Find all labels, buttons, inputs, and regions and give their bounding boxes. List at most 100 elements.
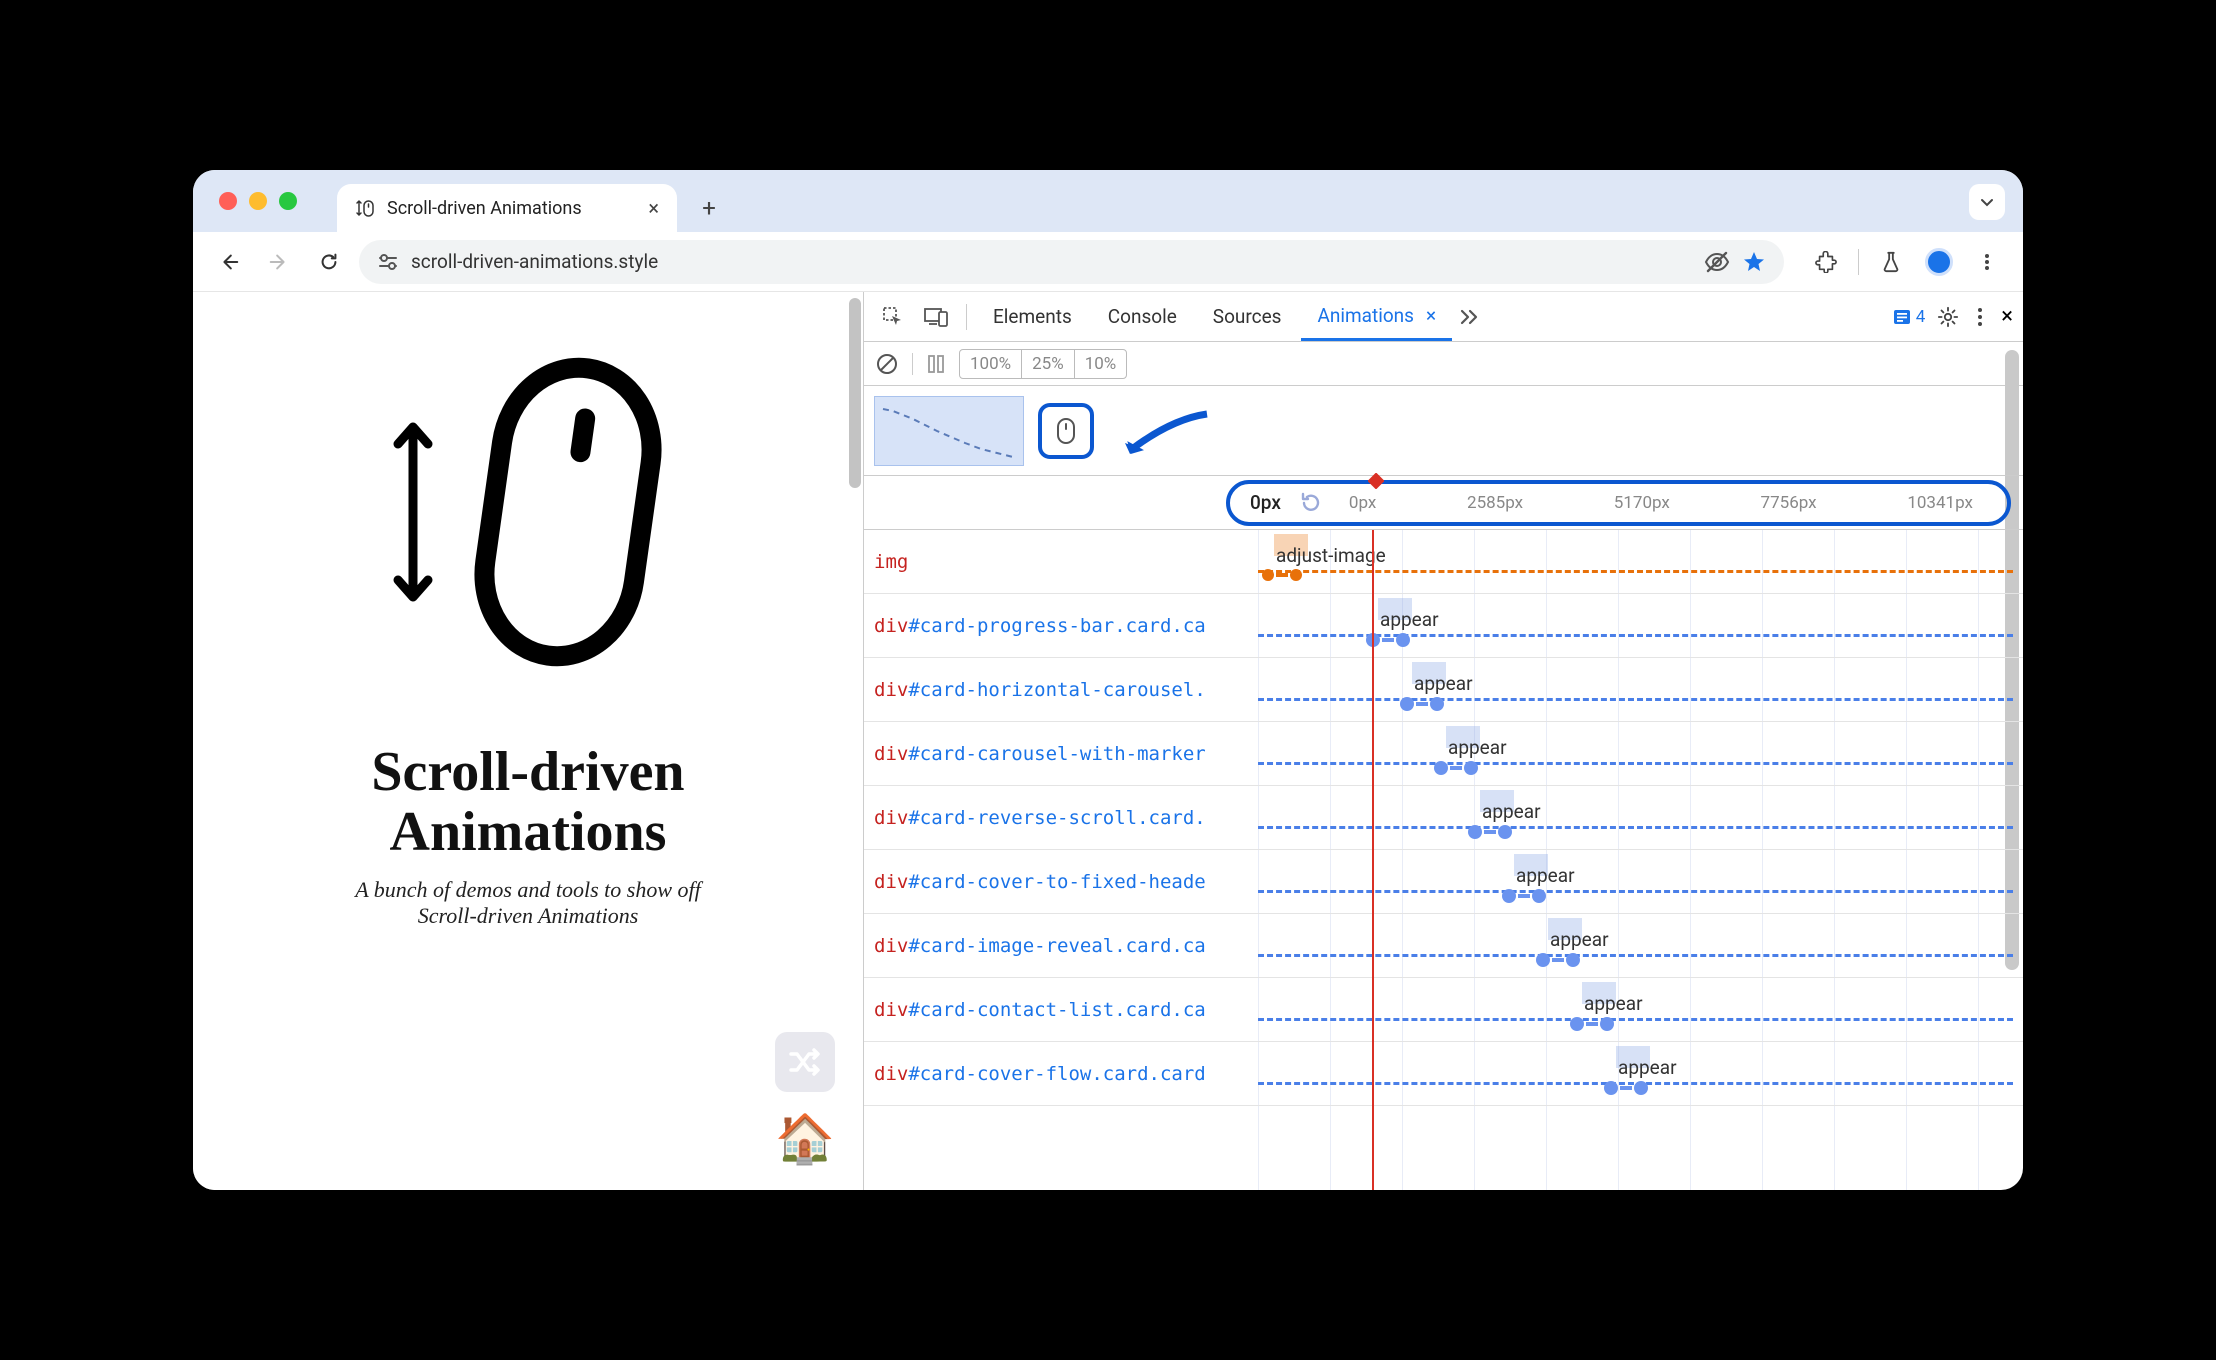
keyframe-icon[interactable] xyxy=(1262,569,1274,581)
address-bar[interactable]: scroll-driven-animations.style xyxy=(359,240,1784,284)
scroll-capture-icon[interactable] xyxy=(1038,403,1094,459)
keyframe-icon[interactable] xyxy=(1634,1081,1648,1095)
animation-track-row[interactable]: div#card-contact-list.card.ca appear xyxy=(864,978,2023,1042)
keyframe-icon[interactable] xyxy=(1396,633,1410,647)
capture-thumbnail[interactable] xyxy=(874,396,1024,466)
keyframe-icon[interactable] xyxy=(1434,761,1448,775)
tab-overflow-button[interactable] xyxy=(1969,184,2005,220)
animation-track-row[interactable]: div#card-horizontal-carousel.appear xyxy=(864,658,2023,722)
kebab-menu-icon[interactable] xyxy=(1971,307,1989,327)
keyframe-icon[interactable] xyxy=(1468,825,1482,839)
keyframe-group[interactable]: appear xyxy=(1570,992,1643,1031)
replay-icon[interactable] xyxy=(1299,491,1323,515)
minimize-window-icon[interactable] xyxy=(249,192,267,210)
keyframe-icon[interactable] xyxy=(1502,889,1516,903)
ruler-current: 0px xyxy=(1250,491,1281,514)
labs-icon[interactable] xyxy=(1871,242,1911,282)
settings-gear-icon[interactable] xyxy=(1937,306,1959,328)
keyframe-group[interactable]: appear xyxy=(1604,1056,1677,1095)
playback-speed-group: 100% 25% 10% xyxy=(959,349,1127,379)
site-settings-icon[interactable] xyxy=(377,253,399,271)
ruler-tick: 10341px xyxy=(1907,493,1973,513)
issues-icon[interactable]: 4 xyxy=(1892,307,1926,327)
back-button[interactable] xyxy=(209,242,249,282)
tab-console[interactable]: Console xyxy=(1092,292,1193,341)
keyframe-icon[interactable] xyxy=(1566,953,1580,967)
keyframe-group[interactable]: appear xyxy=(1434,736,1507,775)
forward-button[interactable] xyxy=(259,242,299,282)
extensions-icon[interactable] xyxy=(1806,242,1846,282)
speed-100[interactable]: 100% xyxy=(960,350,1022,378)
keyframe-group[interactable]: appear xyxy=(1400,672,1473,711)
new-tab-button[interactable]: + xyxy=(687,186,731,230)
keyframe-icon[interactable] xyxy=(1290,569,1302,581)
browser-tab[interactable]: Scroll-driven Animations × xyxy=(337,184,677,232)
maximize-window-icon[interactable] xyxy=(279,192,297,210)
bookmark-star-icon[interactable] xyxy=(1742,250,1766,274)
page-subtitle: A bunch of demos and tools to show off S… xyxy=(233,877,823,929)
shuffle-button[interactable] xyxy=(775,1032,835,1092)
devtools-tab-bar: Elements Console Sources Animations × 4 xyxy=(864,292,2023,342)
device-icon[interactable] xyxy=(916,292,956,341)
tab-sources[interactable]: Sources xyxy=(1197,292,1298,341)
keyframe-icon[interactable] xyxy=(1400,697,1414,711)
track-selector-label: img xyxy=(864,551,1258,573)
keyframe-icon[interactable] xyxy=(1570,1017,1584,1031)
keyframe-icon[interactable] xyxy=(1430,697,1444,711)
speed-25[interactable]: 25% xyxy=(1022,350,1075,378)
keyframe-icon[interactable] xyxy=(1600,1017,1614,1031)
close-window-icon[interactable] xyxy=(219,192,237,210)
animation-track-row[interactable]: div#card-cover-flow.card.cardappear xyxy=(864,1042,2023,1106)
hero-section: Scroll-driven Animations A bunch of demo… xyxy=(193,332,863,929)
divider xyxy=(912,353,913,375)
home-button[interactable]: 🏠 xyxy=(775,1108,835,1168)
animation-track-row[interactable]: imgadjust-image xyxy=(864,530,2023,594)
pause-icon[interactable] xyxy=(927,354,945,374)
keyframe-icon[interactable] xyxy=(1536,953,1550,967)
clear-icon[interactable] xyxy=(876,353,898,375)
tab-close-icon[interactable]: × xyxy=(648,196,659,220)
animation-name-label: appear xyxy=(1516,864,1575,887)
track-selector-label: div#card-reverse-scroll.card. xyxy=(864,807,1258,829)
keyframe-group[interactable]: appear xyxy=(1366,608,1439,647)
animation-track-row[interactable]: div#card-cover-to-fixed-headeappear xyxy=(864,850,2023,914)
tab-elements[interactable]: Elements xyxy=(977,292,1088,341)
keyframe-icon[interactable] xyxy=(1464,761,1478,775)
keyframe-icon[interactable] xyxy=(1532,889,1546,903)
keyframe-icon[interactable] xyxy=(1604,1081,1618,1095)
tab-strip: Scroll-driven Animations × + xyxy=(193,170,2023,232)
close-panel-icon[interactable]: × xyxy=(1426,304,1436,327)
keyframe-group[interactable]: appear xyxy=(1502,864,1575,903)
close-devtools-icon[interactable]: × xyxy=(2001,304,2013,329)
keyframe-group[interactable]: appear xyxy=(1468,800,1541,839)
ruler-tick: 7756px xyxy=(1761,493,1817,513)
page-scrollbar[interactable] xyxy=(849,298,861,488)
timeline-ruler[interactable]: 0px 0px 2585px 5170px 7756px 10341px xyxy=(864,476,2023,530)
animation-tracks: imgadjust-image div#card-progress-bar.ca… xyxy=(864,530,2023,1190)
menu-icon[interactable] xyxy=(1967,242,2007,282)
tab-animations[interactable]: Animations × xyxy=(1301,292,1452,341)
keyframe-group[interactable]: adjust-image xyxy=(1262,544,1386,581)
reload-button[interactable] xyxy=(309,242,349,282)
keyframe-group[interactable]: appear xyxy=(1536,928,1609,967)
playhead-marker-icon[interactable] xyxy=(1368,473,1384,489)
track-selector-label: div#card-contact-list.card.ca xyxy=(864,999,1258,1021)
browser-toolbar: scroll-driven-animations.style xyxy=(193,232,2023,292)
window-controls xyxy=(219,192,297,210)
divider xyxy=(1858,249,1859,275)
animation-track-row[interactable]: div#card-carousel-with-marker appear xyxy=(864,722,2023,786)
playhead-line[interactable] xyxy=(1372,530,1374,1190)
animation-track-row[interactable]: div#card-reverse-scroll.card. appear xyxy=(864,786,2023,850)
ruler-tick: 0px xyxy=(1349,493,1376,513)
speed-10[interactable]: 10% xyxy=(1075,350,1127,378)
keyframe-icon[interactable] xyxy=(1498,825,1512,839)
animation-track-row[interactable]: div#card-image-reveal.card.caappear xyxy=(864,914,2023,978)
profile-avatar[interactable] xyxy=(1919,242,1959,282)
animation-track-row[interactable]: div#card-progress-bar.card.caappear xyxy=(864,594,2023,658)
toolbar-right-icons xyxy=(1806,242,2007,282)
inspect-icon[interactable] xyxy=(874,292,912,341)
more-tabs-icon[interactable] xyxy=(1456,292,1484,341)
url-text: scroll-driven-animations.style xyxy=(411,250,1692,273)
track-selector-label: div#card-carousel-with-marker xyxy=(864,743,1258,765)
eye-off-icon[interactable] xyxy=(1704,251,1730,273)
